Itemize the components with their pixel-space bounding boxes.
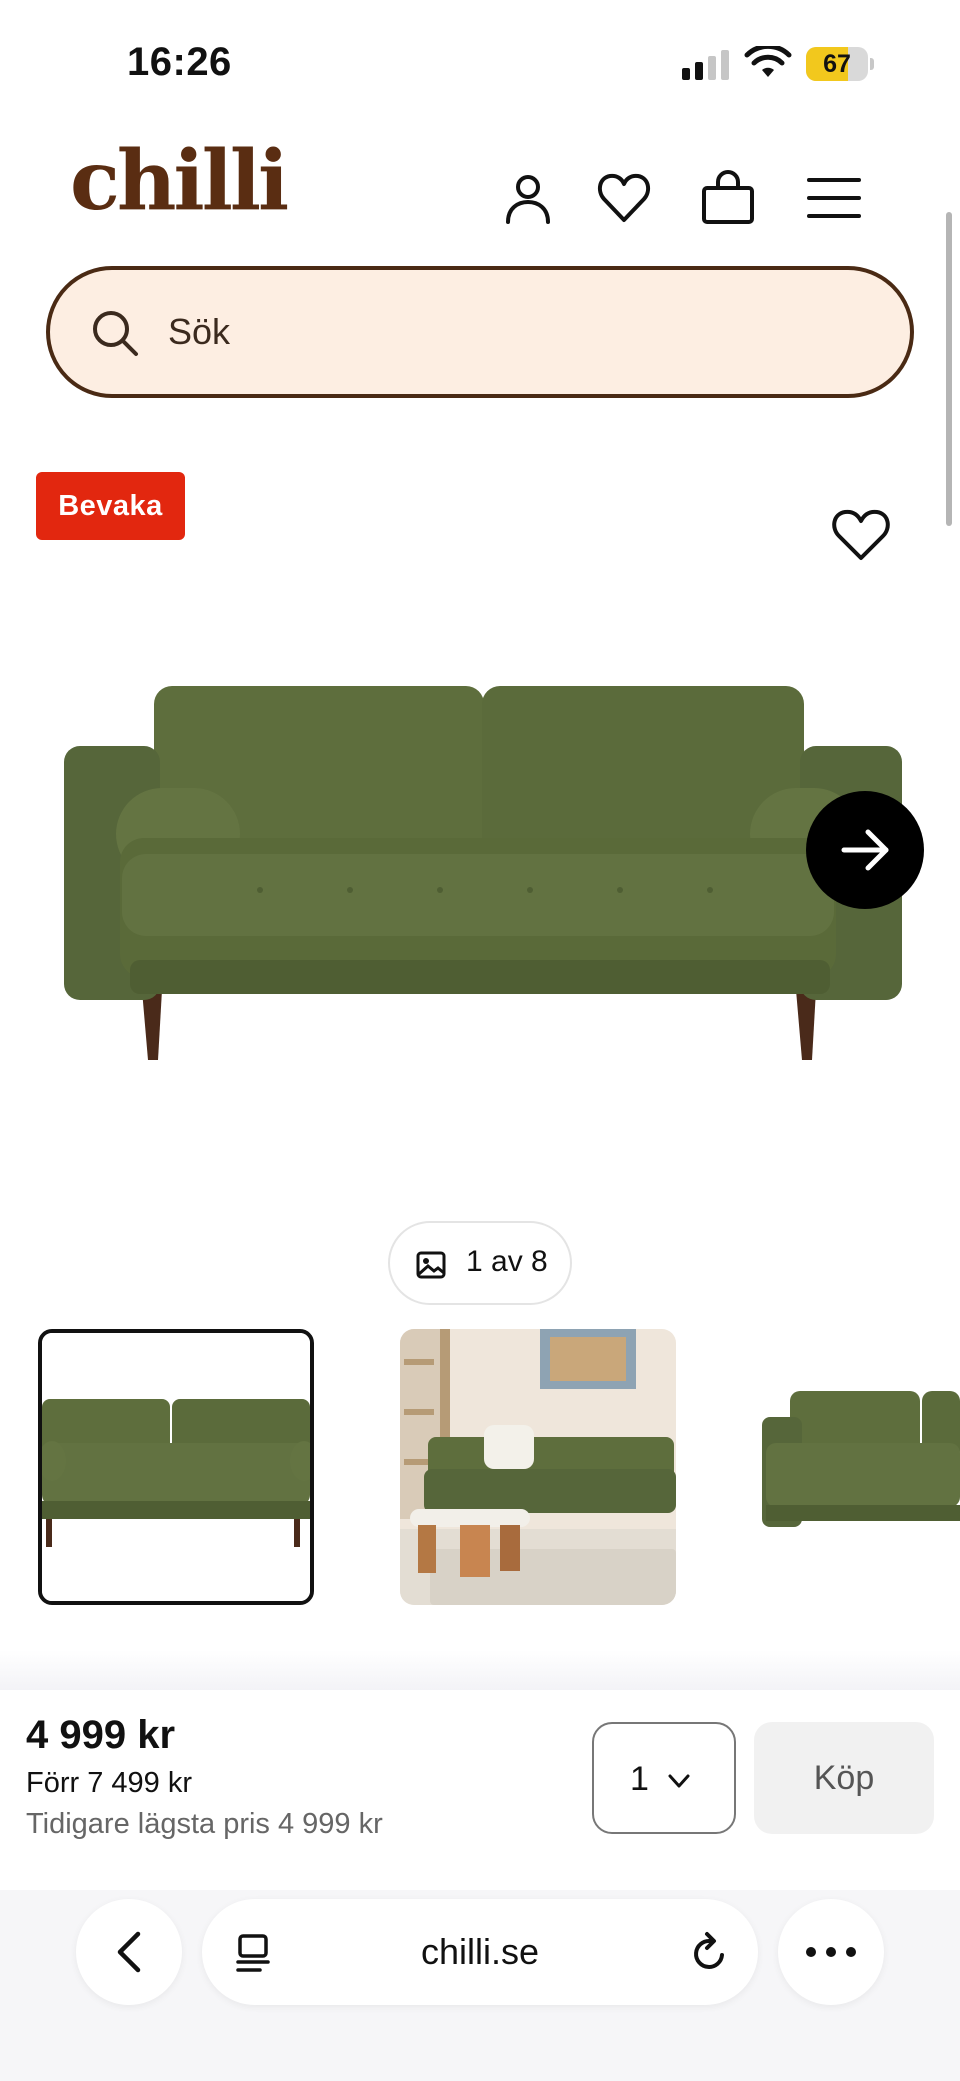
thumbnail-3[interactable] xyxy=(762,1329,960,1605)
quantity-select[interactable]: 1 xyxy=(592,1722,736,1834)
heart-icon[interactable] xyxy=(596,170,652,226)
address-bar[interactable]: chilli.se xyxy=(202,1899,758,2005)
search-icon xyxy=(93,311,138,356)
status-time: 16:26 xyxy=(127,40,232,84)
more-options-button[interactable] xyxy=(778,1899,884,2005)
wifi-icon xyxy=(744,46,792,77)
thumbnail-1[interactable] xyxy=(38,1329,314,1605)
image-icon xyxy=(416,1251,446,1279)
quantity-value: 1 xyxy=(630,1760,649,1798)
shopping-bag-icon[interactable] xyxy=(700,170,756,226)
chevron-down-icon xyxy=(668,1774,690,1788)
product-price: 4 999 kr xyxy=(26,1713,176,1757)
image-counter: 1 av 8 xyxy=(388,1221,572,1305)
search-bar[interactable] xyxy=(46,266,914,398)
previous-price: Förr 7 499 kr xyxy=(26,1767,192,1799)
url-text: chilli.se xyxy=(420,1931,540,1972)
chevron-left-icon xyxy=(117,1931,141,1973)
image-counter-text: 1 av 8 xyxy=(466,1245,548,1278)
search-input[interactable] xyxy=(168,296,868,368)
battery-level: 67 xyxy=(823,50,851,78)
battery-icon: 67 xyxy=(806,47,874,81)
next-image-button[interactable] xyxy=(806,791,924,909)
favorite-heart-icon[interactable] xyxy=(830,505,892,563)
section-divider xyxy=(0,1650,960,1690)
arrow-right-icon xyxy=(841,829,889,871)
cellular-signal-icon xyxy=(682,50,729,80)
menu-icon[interactable] xyxy=(806,170,862,226)
back-button[interactable] xyxy=(76,1899,182,2005)
account-icon[interactable] xyxy=(500,170,556,226)
scrollbar[interactable] xyxy=(946,212,952,526)
bevaka-badge[interactable]: Bevaka xyxy=(36,472,185,540)
chilli-logo[interactable]: chilli xyxy=(70,140,289,222)
product-main-image[interactable] xyxy=(50,660,910,1080)
thumbnail-2[interactable] xyxy=(400,1329,676,1605)
lowest-price-note: Tidigare lägsta pris 4 999 kr xyxy=(26,1808,383,1840)
reload-icon[interactable] xyxy=(690,1931,730,1973)
ellipsis-icon xyxy=(806,1947,856,1957)
buy-button[interactable]: Köp xyxy=(754,1722,934,1834)
